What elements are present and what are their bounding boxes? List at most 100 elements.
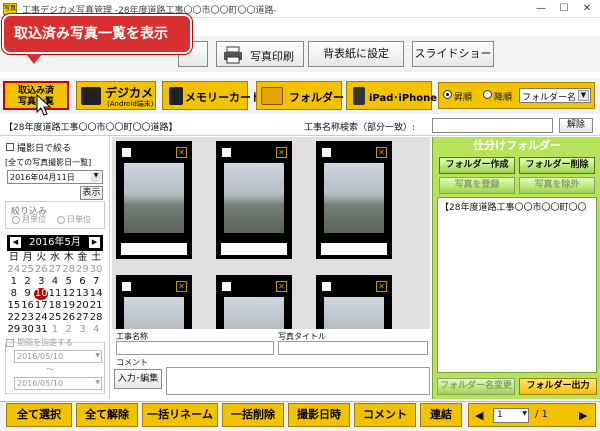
bulk-delete-button[interactable]: 一括削除: [222, 403, 284, 427]
photo-card[interactable]: ✕: [216, 141, 292, 259]
calendar-day[interactable]: 4: [48, 276, 62, 288]
calendar-day[interactable]: 16: [21, 300, 35, 312]
calendar-day[interactable]: 28: [89, 312, 103, 324]
photo-card[interactable]: ✕: [116, 141, 192, 259]
calendar-day[interactable]: 23: [21, 312, 35, 324]
calendar-day[interactable]: 22: [7, 312, 21, 324]
calendar-day[interactable]: 6: [76, 276, 90, 288]
sort-asc-radio[interactable]: [443, 90, 452, 99]
narrow-by-date-checkbox[interactable]: [6, 143, 14, 151]
comment-button[interactable]: コメント: [354, 403, 416, 427]
calendar-day[interactable]: 1: [48, 324, 62, 336]
calendar-day[interactable]: 9: [21, 288, 35, 300]
create-folder-button[interactable]: フォルダー作成: [439, 157, 515, 174]
calendar-day[interactable]: 5: [62, 276, 76, 288]
photo-checkbox[interactable]: [222, 282, 231, 291]
calendar-day[interactable]: 30: [21, 324, 35, 336]
bulk-rename-button[interactable]: 一括リネーム: [142, 403, 218, 427]
output-folder-button[interactable]: フォルダー出力: [519, 378, 597, 395]
shoot-datetime-button[interactable]: 撮影日時: [288, 403, 350, 427]
calendar-day[interactable]: 26: [62, 312, 76, 324]
close-icon[interactable]: ✕: [276, 281, 287, 292]
prev-page-icon[interactable]: ◀: [475, 409, 483, 422]
calendar-day[interactable]: 3: [34, 276, 48, 288]
calendar-day[interactable]: 17: [34, 300, 48, 312]
calendar-day[interactable]: 30: [89, 264, 103, 276]
deselect-all-button[interactable]: 全て解除: [76, 403, 138, 427]
close-icon[interactable]: ✕: [276, 147, 287, 158]
folder-button[interactable]: フォルダー: [256, 81, 344, 110]
calendar-day[interactable]: 28: [62, 264, 76, 276]
join-button[interactable]: 連結: [420, 403, 462, 427]
folder-list-item[interactable]: 【28年度道路工事〇〇市〇〇町〇〇: [438, 198, 596, 215]
rename-folder-button[interactable]: フォルダー名変更: [437, 378, 515, 395]
calendar-day[interactable]: 25: [48, 312, 62, 324]
set-spine-button[interactable]: 背表紙に設定: [308, 41, 404, 67]
photo-card[interactable]: ✕: [116, 275, 192, 329]
calendar-day[interactable]: 24: [34, 312, 48, 324]
calendar: ◀ 2016年5月 ▶ 日月火水木金土 24 25 26 27 28 29 30 1 2 3 4 5 6 7…: [7, 235, 103, 336]
photo-card[interactable]: ✕: [216, 275, 292, 329]
calendar-day[interactable]: 2: [62, 324, 76, 336]
calendar-day[interactable]: 27: [76, 312, 90, 324]
exclude-photo-button[interactable]: 写真を除外: [519, 177, 595, 194]
calendar-day[interactable]: 11: [48, 288, 62, 300]
calendar-day[interactable]: 1: [7, 276, 21, 288]
next-page-icon[interactable]: ▶: [579, 409, 587, 422]
photo-checkbox[interactable]: [222, 148, 231, 157]
ipad-iphone-button[interactable]: iPad･iPhone: [346, 81, 437, 110]
calendar-day[interactable]: 8: [7, 288, 21, 300]
calendar-day[interactable]: 25: [21, 264, 35, 276]
calendar-day[interactable]: 14: [89, 288, 103, 300]
show-button[interactable]: 表示: [80, 186, 103, 200]
close-icon[interactable]: ✕: [376, 147, 387, 158]
edit-comment-button[interactable]: 入力･編集: [114, 369, 162, 389]
photo-checkbox[interactable]: [122, 282, 131, 291]
calendar-day[interactable]: 12: [62, 288, 76, 300]
close-icon[interactable]: ✕: [176, 281, 187, 292]
clear-search-button[interactable]: 解除: [559, 118, 593, 133]
minimize-button[interactable]: —: [530, 2, 552, 16]
photo-checkbox[interactable]: [322, 282, 331, 291]
calendar-day[interactable]: 19: [62, 300, 76, 312]
sort-folder-title: 仕分けフォルダー: [473, 139, 561, 152]
calendar-day[interactable]: 26: [34, 264, 48, 276]
close-button[interactable]: ✕: [576, 2, 598, 16]
photo-checkbox[interactable]: [322, 148, 331, 157]
delete-folder-button[interactable]: フォルダー削除: [519, 157, 595, 174]
photo-card[interactable]: ✕: [316, 141, 392, 259]
calendar-day[interactable]: 24: [7, 264, 21, 276]
calendar-day[interactable]: 3: [76, 324, 90, 336]
sort-desc-radio[interactable]: [483, 90, 492, 99]
page-select[interactable]: 1 ▼: [493, 408, 529, 423]
calendar-next-button[interactable]: ▶: [89, 237, 100, 248]
close-icon[interactable]: ✕: [376, 281, 387, 292]
slideshow-button[interactable]: スライドショー: [412, 41, 494, 67]
calendar-day[interactable]: 15: [7, 300, 21, 312]
photo-card[interactable]: ✕: [316, 275, 392, 329]
print-photos-button[interactable]: 写真印刷: [216, 41, 304, 67]
calendar-day[interactable]: 7: [89, 276, 103, 288]
calendar-day[interactable]: 29: [7, 324, 21, 336]
calendar-day[interactable]: 2: [21, 276, 35, 288]
calendar-day[interactable]: 13: [76, 288, 90, 300]
work-name-search-input[interactable]: [432, 118, 553, 133]
calendar-day[interactable]: 18: [48, 300, 62, 312]
close-icon[interactable]: ✕: [176, 147, 187, 158]
calendar-day[interactable]: 4: [89, 324, 103, 336]
memory-card-button[interactable]: メモリーカード: [162, 81, 262, 110]
select-all-button[interactable]: 全て選択: [6, 403, 72, 427]
calendar-prev-button[interactable]: ◀: [10, 237, 21, 248]
calendar-day[interactable]: 29: [76, 264, 90, 276]
calendar-day[interactable]: 20: [76, 300, 90, 312]
calendar-day[interactable]: 27: [48, 264, 62, 276]
digicam-button[interactable]: デジカメ (Android端末): [76, 81, 156, 110]
sort-key-select[interactable]: フォルダー名 ▼: [519, 88, 591, 103]
photo-date-select[interactable]: 2016年04月11日 ▼: [7, 170, 103, 184]
register-photo-button[interactable]: 写真を登録: [439, 177, 515, 194]
maximize-button[interactable]: ☐: [553, 2, 575, 16]
calendar-day[interactable]: 10: [34, 288, 49, 300]
calendar-day[interactable]: 21: [89, 300, 103, 312]
photo-checkbox[interactable]: [122, 148, 131, 157]
calendar-day[interactable]: 31: [34, 324, 48, 336]
